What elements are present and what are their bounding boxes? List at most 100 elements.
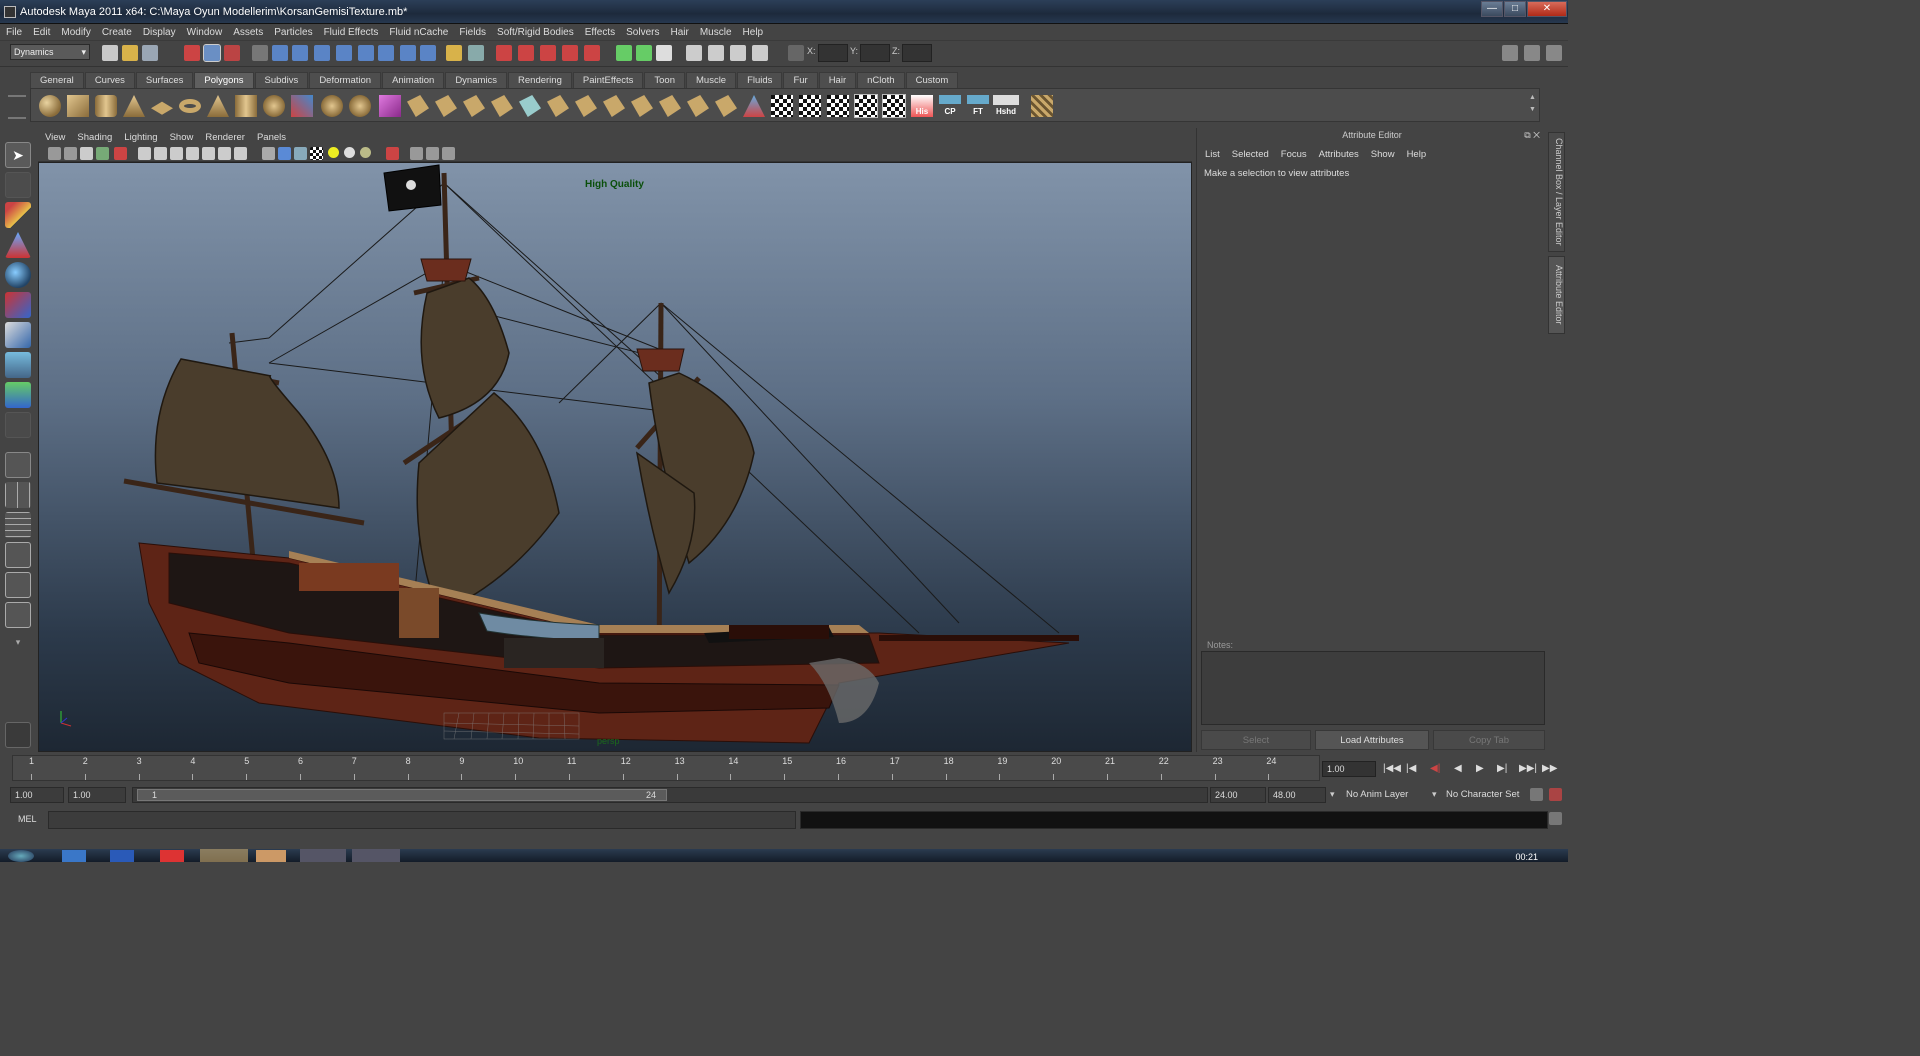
shelf-tab-subdivs[interactable]: Subdivs <box>254 72 309 88</box>
backface-culling-icon[interactable] <box>442 147 455 160</box>
select-hierarchy-icon[interactable] <box>184 45 200 61</box>
xray-icon[interactable] <box>410 147 423 160</box>
menu-edit[interactable]: Edit <box>33 27 50 38</box>
range-slider[interactable]: 1 24 <box>132 787 1208 803</box>
help-icon[interactable] <box>420 45 436 61</box>
select-component-icon[interactable] <box>224 45 240 61</box>
anim-layer-dropdown[interactable]: No Anim Layer <box>1346 789 1408 800</box>
render-settings-icon[interactable] <box>540 45 556 61</box>
taskbar-folder-icon[interactable] <box>256 850 286 862</box>
append-polygon-icon[interactable] <box>463 95 485 117</box>
taskbar-explorer-icon[interactable] <box>200 849 248 862</box>
play-backwards-button[interactable]: ◀ <box>1454 763 1462 774</box>
shelf-tab-ncloth[interactable]: nCloth <box>857 72 905 88</box>
menu-solvers[interactable]: Solvers <box>626 27 659 38</box>
merge-icon[interactable] <box>631 95 653 117</box>
shelf-tab-toon[interactable]: Toon <box>644 72 685 88</box>
quick-layout-icon[interactable] <box>5 722 31 748</box>
image-plane-icon[interactable] <box>96 147 109 160</box>
shelf-hshd-button[interactable]: Hshd <box>993 95 1019 117</box>
select-object-icon[interactable] <box>203 44 221 62</box>
history-icon[interactable] <box>378 45 394 61</box>
layout-persp-icon[interactable] <box>730 45 746 61</box>
current-frame-field[interactable]: 1.00 <box>1322 761 1376 777</box>
shelf-tab-general[interactable]: General <box>30 72 84 88</box>
taskbar-media-icon[interactable] <box>352 849 400 862</box>
universal-manipulator-icon[interactable] <box>5 322 31 348</box>
menu-fields[interactable]: Fields <box>459 27 486 38</box>
shelf-tab-custom[interactable]: Custom <box>905 72 959 88</box>
panel-menu-shading[interactable]: Shading <box>77 132 112 143</box>
poly-sphere-icon[interactable] <box>39 95 61 117</box>
panel-menu-lighting[interactable]: Lighting <box>124 132 157 143</box>
safe-action-icon[interactable] <box>218 147 231 160</box>
copy-tab-button[interactable]: Copy Tab <box>1433 730 1545 750</box>
shelf-tab-fur[interactable]: Fur <box>783 72 818 88</box>
step-back-key-button[interactable]: ◀| <box>1430 763 1440 774</box>
use-all-lights-icon[interactable] <box>344 147 355 158</box>
paint-select-tool-icon[interactable] <box>5 202 31 228</box>
shelf-tab-hair[interactable]: Hair <box>818 72 857 88</box>
taskbar-chrome-icon[interactable] <box>160 850 184 862</box>
poly-prism-icon[interactable] <box>207 95 229 117</box>
range-slider-handle[interactable]: 1 24 <box>137 789 667 801</box>
animation-start-field[interactable]: 1.00 <box>10 787 64 803</box>
script-editor-icon[interactable] <box>1549 812 1562 825</box>
shelf-his-button[interactable]: His <box>911 95 933 117</box>
step-forward-key-button[interactable]: ▶| <box>1497 763 1507 774</box>
shelf-tab-painteffects[interactable]: PaintEffects <box>572 72 644 88</box>
new-scene-icon[interactable] <box>102 45 118 61</box>
select-tool-icon[interactable]: ➤ <box>5 142 31 168</box>
shelf-scroll-arrows[interactable]: ▲ ▼ <box>1529 92 1537 118</box>
menu-create[interactable]: Create <box>102 27 132 38</box>
animation-end-field[interactable]: 48.00 <box>1268 787 1326 803</box>
shelf-ft-button[interactable]: FT <box>967 95 989 117</box>
snap-point-icon[interactable] <box>314 45 330 61</box>
smooth-shade-icon[interactable] <box>278 147 291 160</box>
layout-outliner-persp-icon[interactable] <box>5 512 31 538</box>
taskbar-app-icon[interactable] <box>110 850 134 862</box>
menu-window[interactable]: Window <box>187 27 223 38</box>
attribute-editor-tab[interactable]: Attribute Editor <box>1548 256 1565 334</box>
start-button-icon[interactable] <box>8 850 34 862</box>
wireframe-icon[interactable] <box>262 147 275 160</box>
toggle-attr-panel-icon[interactable] <box>1524 45 1540 61</box>
scale-tool-icon[interactable] <box>5 292 31 318</box>
panel-menu-view[interactable]: View <box>45 132 65 143</box>
go-to-end-button[interactable]: ▶▶ <box>1542 763 1557 774</box>
shelf-tab-fluids[interactable]: Fluids <box>737 72 783 88</box>
collapse-icon[interactable] <box>659 95 681 117</box>
play-forwards-button[interactable]: ▶ <box>1476 763 1484 774</box>
shelf-tab-rendering[interactable]: Rendering <box>508 72 572 88</box>
character-set-dropdown[interactable]: No Character Set <box>1446 789 1519 800</box>
smooth-icon[interactable] <box>349 95 371 117</box>
taskbar-maya-icon[interactable] <box>300 849 346 862</box>
chamfer-icon[interactable] <box>603 95 625 117</box>
z-field[interactable] <box>902 44 932 62</box>
poly-pipe-icon[interactable] <box>235 95 257 117</box>
time-ruler[interactable]: 1 2 3 4 5 6 7 8 9 10 11 12 13 14 15 16 17 18 19 20 21 22 23 24 <box>12 755 1320 781</box>
mask-dropdown-icon[interactable] <box>252 45 268 61</box>
film-gate-icon[interactable] <box>154 147 167 160</box>
menu-muscle[interactable]: Muscle <box>700 27 732 38</box>
step-forward-frame-button[interactable]: ▶▶| <box>1519 763 1537 774</box>
anim-layer-arrow-icon[interactable]: ▾ <box>1330 789 1335 800</box>
grid-toggle-icon[interactable] <box>138 147 151 160</box>
panel-menu-panels[interactable]: Panels <box>257 132 286 143</box>
layout-persp-graph-icon[interactable] <box>5 542 31 568</box>
shelf-tab-surfaces[interactable]: Surfaces <box>135 72 194 88</box>
go-to-start-button[interactable]: |◀◀ <box>1383 763 1401 774</box>
extrude-icon[interactable] <box>407 95 429 117</box>
playback-end-field[interactable]: 24.00 <box>1210 787 1266 803</box>
construction-history-icon[interactable] <box>400 45 416 61</box>
layout-single-icon[interactable] <box>686 45 702 61</box>
layout-four-pane-icon[interactable] <box>5 482 31 508</box>
mirror-geometry-icon[interactable] <box>379 95 401 117</box>
attr-panel-float-close-icon[interactable]: ⧉ ✕ <box>1524 130 1540 141</box>
toggle-channel-panel-icon[interactable] <box>1546 45 1562 61</box>
playback-start-field[interactable]: 1.00 <box>68 787 126 803</box>
input-ops-icon[interactable] <box>446 45 462 61</box>
spherical-mapping-icon[interactable] <box>827 95 849 117</box>
resolution-gate-icon[interactable] <box>170 147 183 160</box>
layout-four-icon[interactable] <box>708 45 724 61</box>
